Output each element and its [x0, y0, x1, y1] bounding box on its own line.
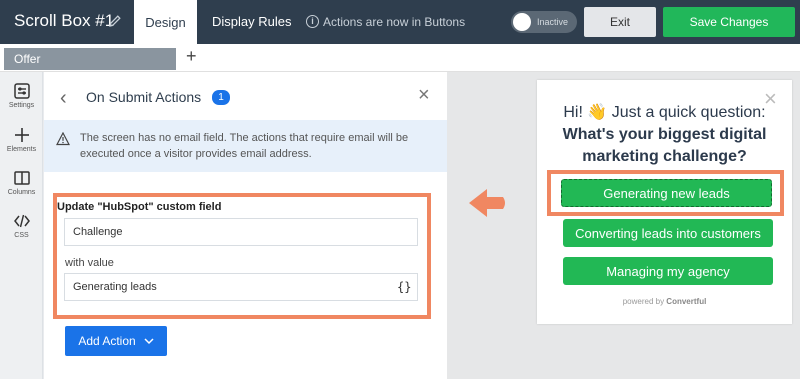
top-bar: Scroll Box #1 Design Display Rules i Act… [0, 0, 800, 44]
active-toggle[interactable]: Inactive [511, 11, 577, 33]
submit-actions-panel: ‹ On Submit Actions 1 × The screen has n… [44, 72, 447, 379]
option-managing-agency[interactable]: Managing my agency [563, 257, 773, 285]
code-icon [13, 214, 30, 228]
sidebar-item-columns[interactable]: Columns [0, 169, 43, 196]
custom-field-select[interactable]: Challenge [64, 218, 418, 246]
tab-design[interactable]: Design [134, 0, 197, 44]
action-count-badge: 1 [212, 90, 230, 105]
plus-icon [14, 128, 29, 142]
add-action-button[interactable]: Add Action [65, 326, 167, 356]
popup-question: What's your biggest digital marketing ch… [562, 126, 767, 165]
sidebar-item-elements[interactable]: Elements [0, 126, 43, 153]
warning-text: The screen has no email field. The actio… [80, 132, 409, 160]
notice-text: Actions are now in Buttons [323, 15, 466, 29]
field-value-input[interactable]: Generating leads [64, 273, 418, 301]
pencil-icon[interactable] [107, 13, 123, 29]
panel-title: On Submit Actions [86, 89, 202, 105]
warning-icon [56, 132, 70, 146]
close-icon[interactable]: × [418, 84, 430, 107]
toggle-label: Inactive [537, 17, 569, 27]
add-tab-button[interactable]: + [186, 46, 197, 67]
columns-icon [13, 171, 30, 185]
powered-by: powered by Convertful [622, 297, 707, 306]
arrow-icon [469, 189, 505, 217]
chevron-down-icon [144, 338, 154, 345]
option-generating-leads[interactable]: Generating new leads [561, 179, 772, 207]
settings-icon [13, 83, 30, 99]
page-title: Scroll Box #1 [14, 11, 115, 30]
sidebar-item-settings[interactable]: Settings [0, 82, 43, 109]
sidebar-item-css[interactable]: CSS [0, 212, 43, 239]
email-warning: The screen has no email field. The actio… [44, 120, 447, 172]
popup-greeting: Hi! 👋 Just a quick question: [563, 104, 766, 121]
action-title: Update "HubSpot" custom field [57, 201, 222, 213]
back-chevron-icon[interactable]: ‹ [60, 87, 67, 110]
tab-offer[interactable]: Offer [4, 48, 176, 70]
exit-button[interactable]: Exit [584, 7, 656, 37]
variables-icon[interactable]: {} [397, 280, 411, 294]
save-changes-button[interactable]: Save Changes [663, 7, 795, 37]
left-toolbar: Settings Elements Columns CSS [0, 72, 43, 379]
with-value-label: with value [65, 257, 114, 269]
tab-display-rules[interactable]: Display Rules [212, 0, 291, 44]
info-icon: i [306, 15, 319, 28]
option-converting-leads[interactable]: Converting leads into customers [563, 219, 773, 247]
screen-tabs: Offer + [0, 44, 800, 72]
toggle-knob [513, 13, 531, 31]
